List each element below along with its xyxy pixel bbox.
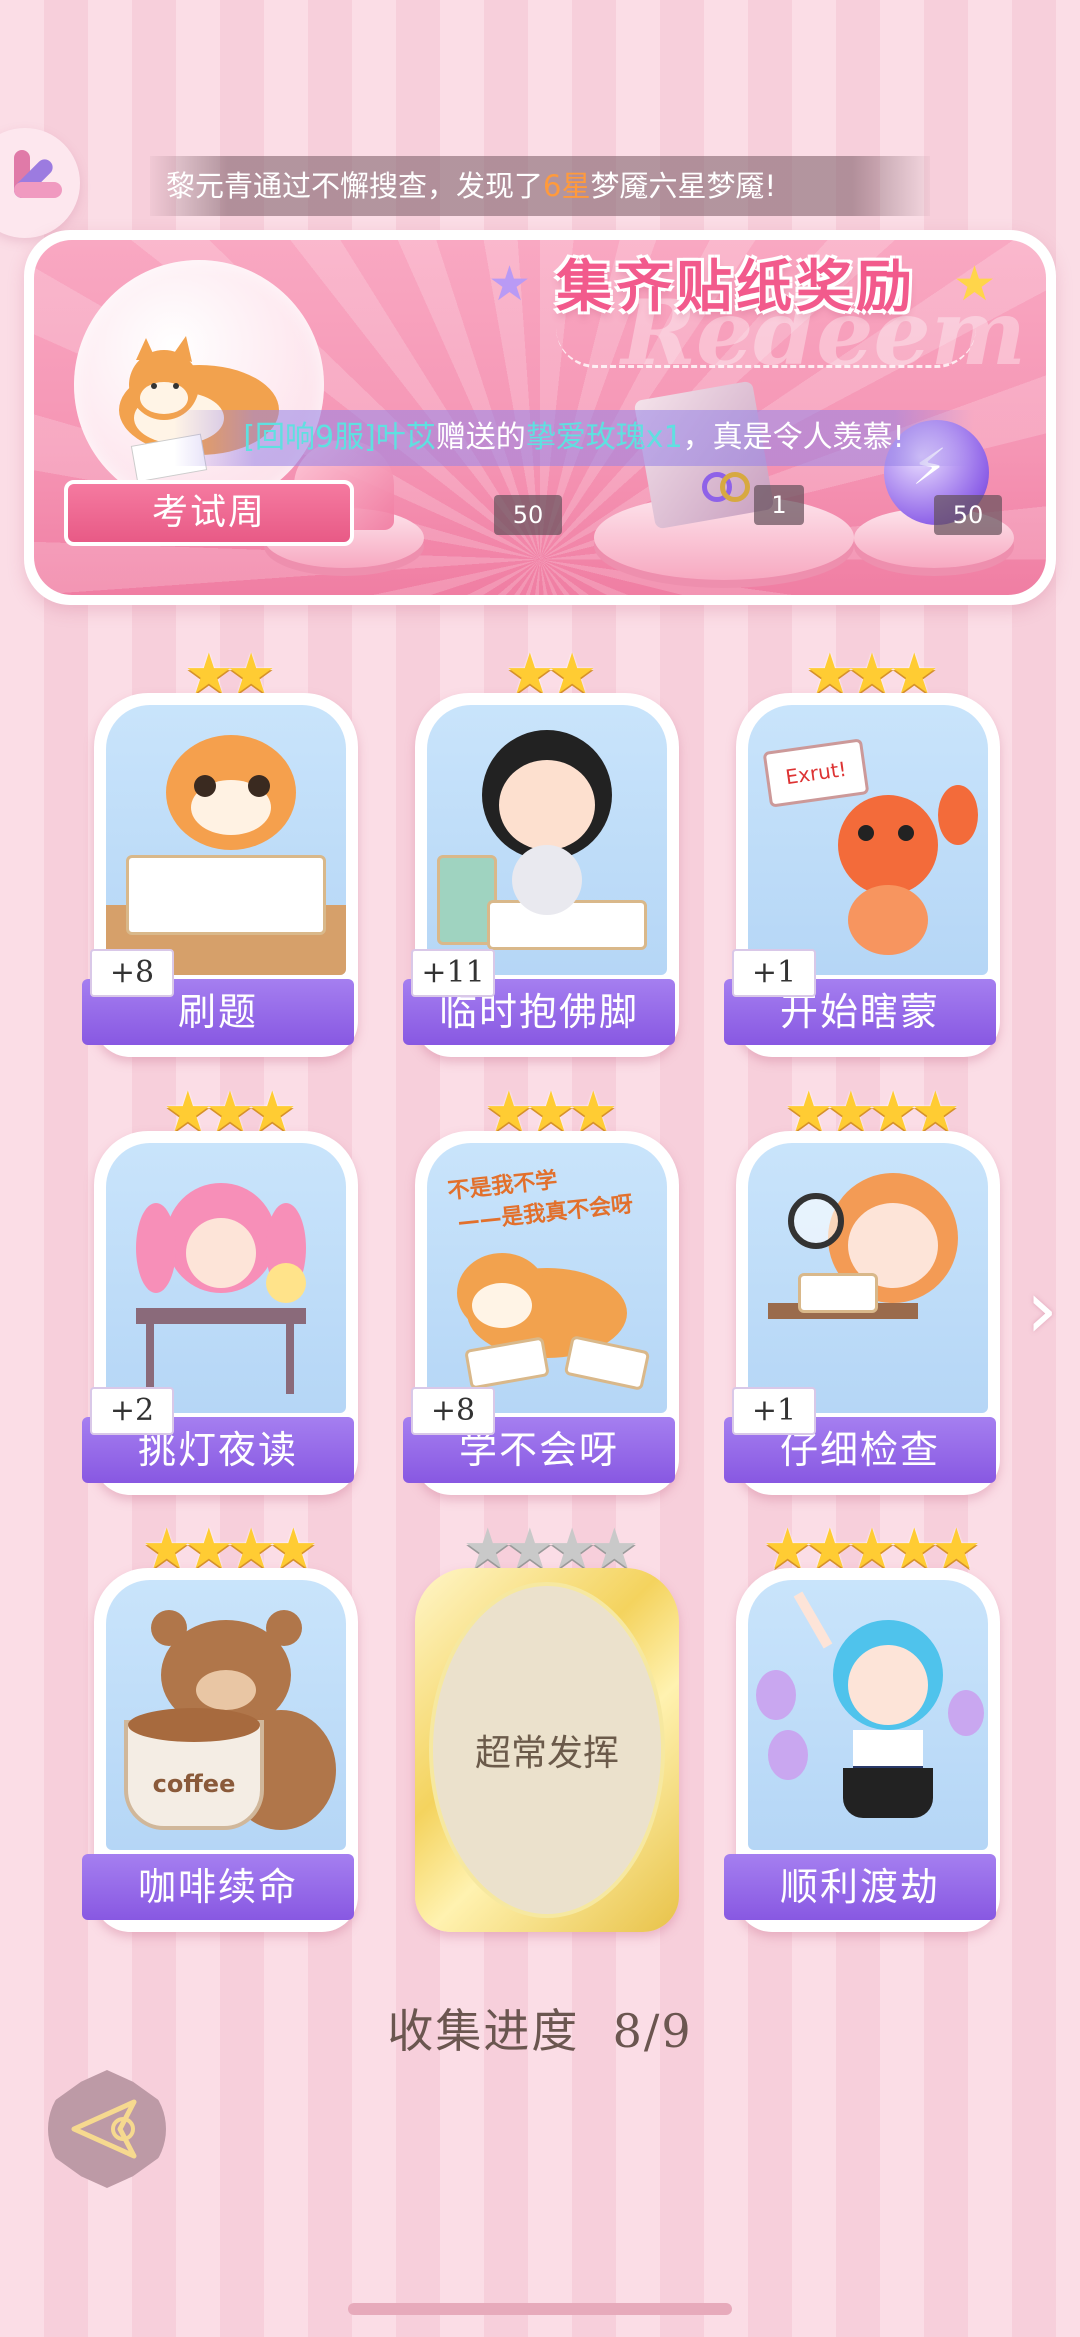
coffee-cup-text: coffee	[152, 1770, 236, 1798]
ticker-text: 黎元青通过不懈搜查，发现了	[166, 169, 544, 203]
sticker-card[interactable]: ★★★ 挑灯夜读 +2	[82, 1085, 358, 1495]
duplicate-count-badge: +8	[411, 1387, 495, 1435]
ring-icon	[702, 472, 754, 508]
banner-title: 集齐贴纸奖励	[556, 255, 916, 320]
sticker-card[interactable]: ★★ 临时抱佛脚 +11	[403, 647, 679, 1057]
lobster-illustration: Exrut!	[748, 705, 988, 975]
next-page-chevron-icon[interactable]: ›	[1026, 1270, 1070, 1350]
week-ribbon: 考试周	[64, 480, 354, 546]
back-button[interactable]	[48, 2070, 166, 2188]
duplicate-count-badge: +8	[90, 949, 174, 997]
gift-broadcast: [回响9服]叶苡赠送的挚爱玫瑰x1，真是令人羡慕!	[174, 410, 974, 466]
sad-shiba-illustration: 不是我不学 ——是我真不会呀	[427, 1143, 667, 1413]
progress-value: 8/9	[612, 2004, 693, 2058]
reward-qty: 1	[754, 485, 804, 525]
girl-praying-illustration	[427, 705, 667, 975]
star-icon: ★	[487, 256, 531, 312]
girl-magnifier-illustration	[748, 1143, 988, 1413]
sticker-name: 顺利渡劫	[724, 1854, 996, 1920]
girl-cheering-illustration	[748, 1580, 988, 1850]
ticker-highlight: 6星	[543, 169, 591, 203]
locked-sticker-name: 超常发挥	[429, 1582, 665, 1918]
corner-flower-icon	[0, 128, 80, 238]
sticker-card[interactable]: ★★ 刷题 +8	[82, 647, 358, 1057]
girl-reading-at-night-illustration	[106, 1143, 346, 1413]
sticker-card[interactable]: ★★★★ 仔细检查 +1	[724, 1085, 1000, 1495]
duplicate-count-badge: +1	[732, 1387, 816, 1435]
duplicate-count-badge: +1	[732, 949, 816, 997]
sticker-name: 咖啡续命	[82, 1854, 354, 1920]
duplicate-count-badge: +2	[90, 1387, 174, 1435]
sticker-card[interactable]: ★★★ Exrut! 开始瞎蒙 +1	[724, 647, 1000, 1057]
lobster-sign-text: Exrut!	[762, 738, 870, 808]
sticker-card[interactable]: ★★★★★ 顺利渡劫	[724, 1522, 1000, 1932]
reward-qty: 50	[494, 495, 562, 535]
home-indicator[interactable]	[348, 2303, 732, 2315]
bear-coffee-illustration: coffee	[106, 1580, 346, 1850]
sticker-card[interactable]: ★★★ 不是我不学 ——是我真不会呀 学不会呀 +8	[403, 1085, 679, 1495]
sticker-card-locked[interactable]: ★★★★ 超常发挥	[415, 1522, 679, 1932]
announcement-ticker: 黎元青通过不懈搜查，发现了6星梦魇六星梦魇!	[150, 156, 930, 216]
reward-banner: Redeem ★ ★ 集齐贴纸奖励 50 1 50	[24, 230, 1056, 605]
star-icon: ★	[952, 256, 996, 312]
collection-progress: 收集进度 8/9	[387, 2004, 693, 2058]
shiba-sticker-preview	[74, 260, 324, 510]
sticker-card[interactable]: ★★★★ coffee 咖啡续命	[82, 1522, 358, 1932]
duplicate-count-badge: +11	[411, 949, 495, 997]
ticker-text-end: 梦魇六星梦魇!	[590, 169, 777, 203]
cat-studying-illustration	[106, 705, 346, 975]
back-arrow-icon	[71, 2099, 137, 2159]
reward-qty: 50	[934, 495, 1002, 535]
